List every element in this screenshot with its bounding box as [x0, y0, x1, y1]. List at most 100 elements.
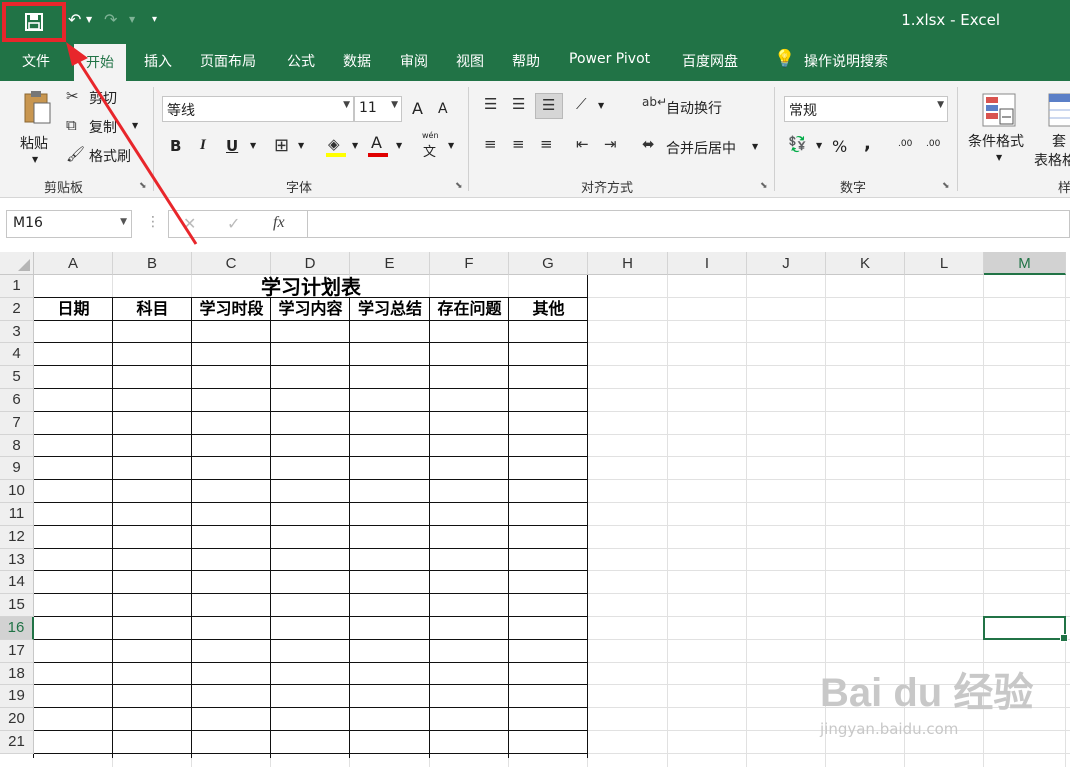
header-cell-a[interactable]: 日期	[34, 298, 113, 321]
column-header-h[interactable]: H	[588, 252, 668, 275]
font-name-combo[interactable]: 等线 ▼	[162, 96, 354, 122]
row-header-3[interactable]: 3	[0, 320, 34, 344]
column-header-j[interactable]: J	[747, 252, 826, 275]
header-cell-c[interactable]: 学习时段	[192, 298, 271, 321]
insert-function-button[interactable]: fx	[273, 214, 285, 232]
wrap-text-button[interactable]: 自动换行	[666, 98, 722, 118]
conditional-dropdown-icon[interactable]: ▼	[996, 153, 1002, 162]
underline-button[interactable]: U	[226, 137, 238, 155]
fill-color-button[interactable]: ◈	[326, 135, 348, 159]
drag-handle-icon[interactable]: ⋮	[146, 214, 160, 230]
row-header-17[interactable]: 17	[0, 639, 34, 663]
cancel-icon[interactable]: ✕	[183, 214, 196, 233]
tab-help[interactable]: 帮助	[512, 51, 540, 71]
tab-data[interactable]: 数据	[343, 51, 371, 71]
name-box[interactable]: M16 ▼	[6, 210, 132, 238]
font-color-button[interactable]: A	[368, 133, 390, 159]
row-header-4[interactable]: 4	[0, 343, 34, 367]
row-header-15[interactable]: 15	[0, 594, 34, 617]
row-header-10[interactable]: 10	[0, 480, 34, 503]
column-header-g[interactable]: G	[509, 252, 588, 275]
row-header-14[interactable]: 14	[0, 571, 34, 595]
align-bottom-button[interactable]: ☰	[535, 93, 563, 119]
increase-indent-icon[interactable]: ⇥	[604, 135, 617, 153]
font-size-combo[interactable]: 11 ▼	[354, 96, 402, 122]
format-painter-button[interactable]: 格式刷	[89, 146, 131, 166]
row-header-20[interactable]: 20	[0, 708, 34, 731]
phonetic-button[interactable]: wén 文	[420, 131, 442, 160]
accounting-dropdown-icon[interactable]: ▼	[816, 141, 822, 150]
formula-input[interactable]	[308, 210, 1070, 238]
row-header-2[interactable]: 2	[0, 297, 34, 321]
tab-page-layout[interactable]: 页面布局	[200, 51, 256, 71]
percent-button[interactable]: %	[832, 137, 847, 156]
number-format-combo[interactable]: 常规 ▼	[784, 96, 948, 122]
row-header-18[interactable]: 18	[0, 662, 34, 686]
undo-dropdown-icon[interactable]: ▼	[86, 15, 92, 24]
header-cell-f[interactable]: 存在问题	[430, 298, 509, 321]
undo-button[interactable]: ↶	[68, 10, 81, 29]
column-header-i[interactable]: I	[668, 252, 747, 275]
row-header-5[interactable]: 5	[0, 366, 34, 389]
italic-button[interactable]: I	[200, 137, 206, 154]
header-cell-g[interactable]: 其他	[509, 298, 588, 321]
tab-home[interactable]: 开始	[74, 44, 126, 81]
tab-power-pivot[interactable]: Power Pivot	[569, 51, 650, 67]
align-top-icon[interactable]: ☰	[484, 95, 497, 113]
column-header-e[interactable]: E	[350, 252, 430, 275]
redo-button[interactable]: ↷	[104, 10, 117, 29]
merge-dropdown-icon[interactable]: ▼	[752, 142, 758, 151]
tab-baidu-netdisk[interactable]: 百度网盘	[682, 51, 738, 71]
row-header-11[interactable]: 11	[0, 503, 34, 526]
borders-dropdown-icon[interactable]: ▼	[298, 141, 304, 150]
copy-button[interactable]: 复制	[89, 117, 117, 137]
column-header-b[interactable]: B	[113, 252, 192, 275]
cut-button[interactable]: 剪切	[89, 88, 117, 108]
conditional-formatting-button[interactable]: 条件格式 ▼	[966, 91, 1032, 171]
row-header-19[interactable]: 19	[0, 685, 34, 709]
customize-qat-icon[interactable]: ▾	[152, 14, 157, 25]
borders-icon[interactable]: ⊞	[274, 135, 289, 156]
tab-file[interactable]: 文件	[22, 51, 50, 71]
sheet-title-cell[interactable]: 学习计划表	[34, 275, 588, 299]
increase-decimal-button[interactable]: .00	[898, 139, 912, 149]
alignment-launcher-icon[interactable]: ⬊	[760, 181, 768, 191]
header-cell-e[interactable]: 学习总结	[350, 298, 430, 321]
decrease-indent-icon[interactable]: ⇤	[576, 135, 589, 153]
align-left-icon[interactable]: ≡	[484, 135, 497, 153]
row-header-8[interactable]: 8	[0, 434, 34, 458]
save-button[interactable]	[2, 2, 66, 42]
tab-formulas[interactable]: 公式	[287, 51, 315, 71]
tab-review[interactable]: 审阅	[400, 51, 428, 71]
accounting-format-icon[interactable]: 💱	[788, 135, 807, 153]
phonetic-dropdown-icon[interactable]: ▼	[448, 141, 454, 150]
shrink-font-button[interactable]: A	[438, 101, 448, 117]
row-header-16[interactable]: 16	[0, 617, 34, 640]
select-all-button[interactable]	[0, 252, 34, 275]
header-cell-b[interactable]: 科目	[113, 298, 192, 321]
row-header-1[interactable]: 1	[0, 275, 34, 298]
orientation-dropdown-icon[interactable]: ▼	[598, 101, 604, 110]
column-header-c[interactable]: C	[192, 252, 271, 275]
column-header-k[interactable]: K	[826, 252, 905, 275]
row-header-6[interactable]: 6	[0, 389, 34, 412]
format-as-table-button[interactable]: 套 表格格	[1034, 91, 1070, 171]
merge-center-button[interactable]: 合并后居中	[666, 138, 736, 158]
header-cell-d[interactable]: 学习内容	[271, 298, 350, 321]
paste-dropdown-icon[interactable]: ▼	[32, 155, 38, 164]
orientation-icon[interactable]: ⟋	[576, 95, 587, 113]
column-header-f[interactable]: F	[430, 252, 509, 275]
enter-icon[interactable]: ✓	[227, 214, 240, 233]
column-header-l[interactable]: L	[905, 252, 984, 275]
font-launcher-icon[interactable]: ⬊	[455, 181, 463, 191]
row-header-9[interactable]: 9	[0, 457, 34, 481]
number-launcher-icon[interactable]: ⬊	[942, 181, 950, 191]
active-cell-m16[interactable]	[983, 616, 1068, 642]
tab-view[interactable]: 视图	[456, 51, 484, 71]
font-color-dropdown-icon[interactable]: ▼	[396, 141, 402, 150]
row-header-13[interactable]: 13	[0, 548, 34, 572]
grow-font-button[interactable]: A	[412, 99, 423, 118]
comma-button[interactable]: ,	[864, 133, 871, 154]
paste-button[interactable]: 粘贴 ▼	[14, 87, 60, 171]
fill-color-dropdown-icon[interactable]: ▼	[352, 141, 358, 150]
